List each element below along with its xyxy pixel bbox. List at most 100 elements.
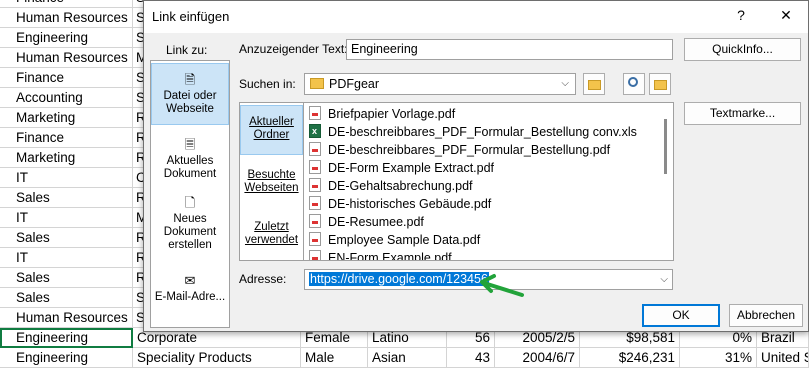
- pdf-file-icon: [309, 196, 321, 210]
- sheet-cell[interactable]: 43: [447, 348, 495, 368]
- file-web-icon: 🗎: [184, 72, 196, 87]
- file-list-item[interactable]: DE-Form Example Extract.pdf: [309, 159, 494, 177]
- file-list-item[interactable]: Briefpapier Vorlage.pdf: [309, 105, 455, 123]
- display-text-label: Anzuzeigender Text:: [239, 42, 348, 56]
- side-visited-webpages[interactable]: Besuchte Webseiten: [240, 169, 303, 199]
- sheet-cell[interactable]: Marketing: [0, 148, 133, 168]
- email-icon: ✉: [184, 273, 196, 288]
- side-current-folder-label: Aktueller Ordner: [249, 116, 294, 141]
- link-to-label: Link zu:: [166, 43, 208, 57]
- web-search-icon: [628, 77, 638, 87]
- sheet-cell[interactable]: 2004/6/7: [495, 348, 580, 368]
- sheet-cell[interactable]: IT: [0, 208, 133, 228]
- browse-web-button[interactable]: [623, 73, 645, 95]
- ok-button[interactable]: OK: [642, 304, 720, 327]
- sheet-cell[interactable]: Engineering: [0, 328, 133, 348]
- close-button[interactable]: ✕: [776, 7, 796, 24]
- sheet-cell[interactable]: Sales: [0, 188, 133, 208]
- file-list-item[interactable]: DE-beschreibbares_PDF_Formular_Bestellun…: [309, 122, 637, 141]
- nav-current-document-label: Aktuelles Dokument: [163, 155, 217, 180]
- textmarke-button[interactable]: Textmarke...: [684, 102, 801, 125]
- file-name: DE-Resumee.pdf: [328, 215, 424, 229]
- address-value: https://drive.google.com/123456: [309, 272, 489, 286]
- file-list-item[interactable]: Employee Sample Data.pdf: [309, 231, 480, 249]
- file-list: Briefpapier Vorlage.pdf DE-beschreibbares…: [304, 102, 674, 261]
- file-list-item[interactable]: DE-beschreibbares_PDF_Formular_Bestellun…: [309, 141, 610, 159]
- quickinfo-button-label: QuickInfo...: [712, 42, 773, 56]
- file-list-item[interactable]: DE-historisches Gebäude.pdf: [309, 195, 491, 213]
- file-name: Briefpapier Vorlage.pdf: [328, 107, 456, 121]
- insert-link-dialog: Link einfügen ? ✕ Link zu: 🗎 Datei oder …: [143, 0, 809, 332]
- side-visited-webpages-label: Besuchte Webseiten: [244, 169, 299, 194]
- chevron-down-icon: ⌵: [561, 78, 569, 89]
- sheet-row: Engineering Speciality Products Male Asian 4…: [0, 348, 809, 368]
- sheet-cell[interactable]: Male: [301, 348, 368, 368]
- nav-file-or-webpage[interactable]: 🗎 Datei oder Webseite: [151, 63, 229, 125]
- sheet-cell[interactable]: Human Resources: [0, 308, 133, 328]
- file-list-item[interactable]: EN-Form Example.pdf: [309, 249, 452, 261]
- up-folder-button[interactable]: [583, 73, 605, 95]
- sheet-cell[interactable]: Speciality Products: [133, 348, 301, 368]
- nav-new-document-label: Neues Dokument erstellen: [163, 213, 217, 251]
- sheet-cell[interactable]: Asian: [368, 348, 447, 368]
- search-in-value: PDFgear: [329, 77, 380, 91]
- pdf-file-icon: [309, 160, 321, 174]
- quickinfo-button[interactable]: QuickInfo...: [684, 38, 801, 61]
- pdf-file-icon: [309, 214, 321, 228]
- scrollbar-thumb[interactable]: [664, 119, 667, 174]
- pdf-file-icon: [309, 232, 321, 246]
- pdf-file-icon: [309, 142, 321, 156]
- up-folder-icon: [588, 80, 601, 90]
- nav-email-address-label: E-Mail-Adre...: [154, 291, 226, 303]
- help-button[interactable]: ?: [731, 7, 751, 23]
- excel-file-icon: [309, 122, 321, 140]
- sheet-cell[interactable]: Accounting: [0, 88, 133, 108]
- sheet-cell[interactable]: Sales: [0, 228, 133, 248]
- annotation-arrow-icon: [480, 274, 524, 297]
- sheet-cell[interactable]: IT: [0, 168, 133, 188]
- browse-file-button[interactable]: [649, 73, 671, 95]
- sheet-cell[interactable]: Engineering: [0, 28, 133, 48]
- sheet-cell[interactable]: Sales: [0, 268, 133, 288]
- side-current-folder[interactable]: Aktueller Ordner: [240, 105, 303, 155]
- file-name: DE-beschreibbares_PDF_Formular_Bestellun…: [328, 125, 637, 139]
- sheet-cell[interactable]: Human Resources: [0, 48, 133, 68]
- nav-current-document[interactable]: 🗏 Aktuelles Dokument: [151, 137, 229, 187]
- file-name: EN-Form Example.pdf: [328, 251, 452, 261]
- sheet-cell[interactable]: Finance: [0, 0, 133, 8]
- document-icon: 🗏: [184, 137, 196, 152]
- sheet-cell[interactable]: Marketing: [0, 108, 133, 128]
- file-list-item[interactable]: DE-Gehaltsabrechung.pdf: [309, 177, 473, 195]
- file-name: DE-Gehaltsabrechung.pdf: [328, 179, 473, 193]
- search-in-label: Suchen in:: [239, 77, 296, 91]
- nav-file-or-webpage-label: Datei oder Webseite: [163, 90, 217, 115]
- ok-button-label: OK: [672, 308, 690, 322]
- sheet-cell[interactable]: United S: [757, 348, 809, 368]
- file-name: Employee Sample Data.pdf: [328, 233, 481, 247]
- dialog-title: Link einfügen: [152, 9, 230, 24]
- search-in-dropdown[interactable]: PDFgear ⌵: [304, 73, 576, 95]
- pdf-file-icon: [309, 250, 321, 260]
- file-list-item[interactable]: DE-Resumee.pdf: [309, 213, 424, 231]
- sheet-cell[interactable]: Finance: [0, 68, 133, 88]
- side-recent-files-label: Zuletzt verwendet: [244, 221, 299, 246]
- nav-email-address[interactable]: ✉ E-Mail-Adre...: [151, 273, 229, 313]
- sheet-cell[interactable]: Sales: [0, 288, 133, 308]
- cancel-button[interactable]: Abbrechen: [729, 304, 803, 327]
- sheet-cell[interactable]: $246,231: [580, 348, 680, 368]
- side-recent-files[interactable]: Zuletzt verwendet: [240, 221, 303, 251]
- file-name: DE-beschreibbares_PDF_Formular_Bestellun…: [328, 143, 611, 157]
- link-to-panel: 🗎 Datei oder Webseite 🗏 Aktuelles Dokume…: [150, 60, 230, 328]
- display-text-input[interactable]: Engineering: [346, 39, 673, 60]
- sheet-cell[interactable]: 31%: [680, 348, 757, 368]
- file-list-scrollbar[interactable]: [659, 103, 673, 260]
- sheet-cell[interactable]: Finance: [0, 128, 133, 148]
- pdf-file-icon: [309, 106, 321, 120]
- nav-new-document[interactable]: 🗋 Neues Dokument erstellen: [151, 195, 229, 255]
- cancel-button-label: Abbrechen: [736, 308, 796, 322]
- sheet-cell[interactable]: IT: [0, 248, 133, 268]
- sheet-cell[interactable]: Engineering: [0, 348, 133, 368]
- address-label: Adresse:: [239, 272, 287, 286]
- pdf-file-icon: [309, 178, 321, 192]
- sheet-cell[interactable]: Human Resources: [0, 8, 133, 28]
